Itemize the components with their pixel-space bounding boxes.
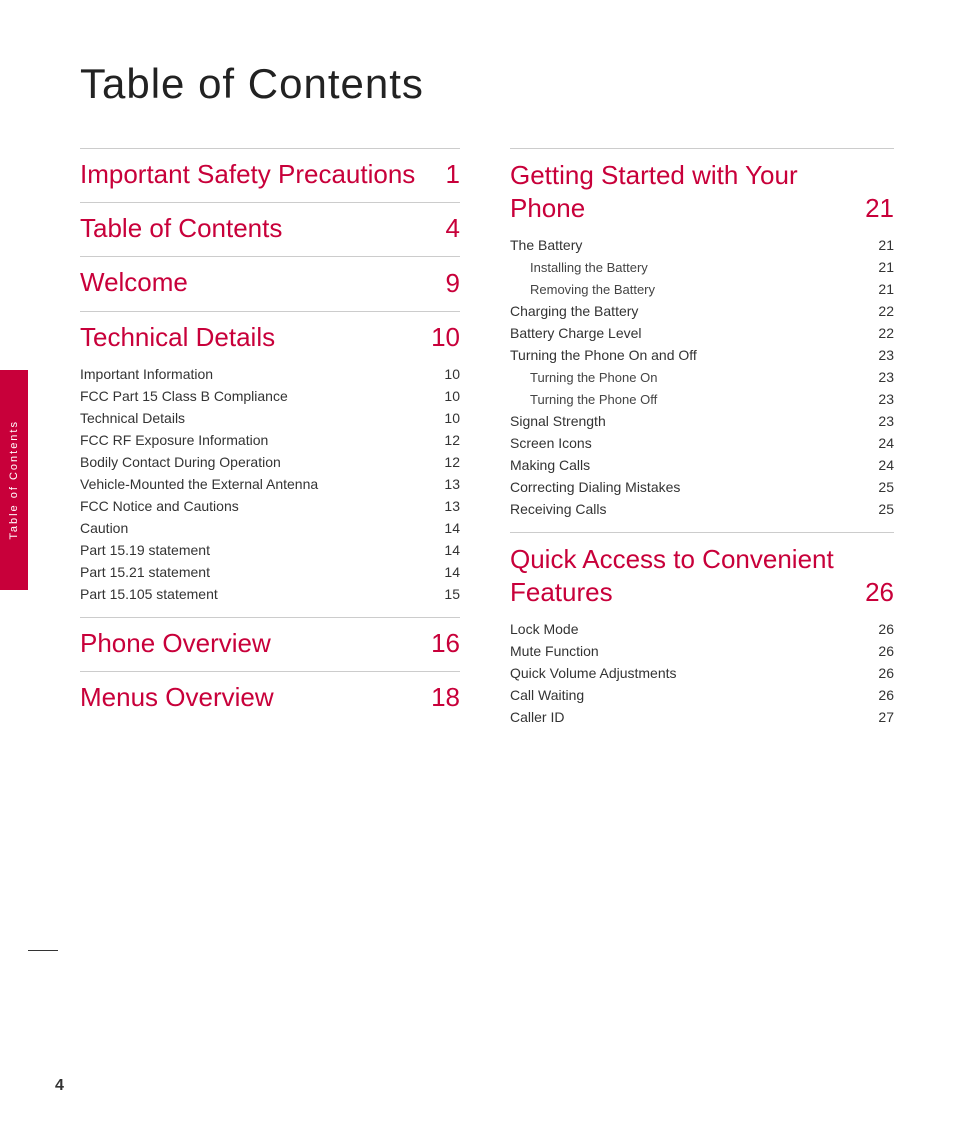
sub-items-quick-access: Lock Mode 26 Mute Function 26 Quick Volu… (510, 618, 894, 728)
section-number-menus-overview: 18 (431, 682, 460, 713)
section-number-quick-access: 26 (865, 577, 894, 608)
section-title-getting-started: Getting Started with Your Phone (510, 159, 855, 224)
section-important-safety: Important Safety Precautions 1 (80, 148, 460, 190)
sub-item-call-waiting: Call Waiting 26 (510, 684, 894, 706)
section-title-quick-access: Quick Access to Convenient Features (510, 543, 855, 608)
section-number-important-safety: 1 (446, 159, 460, 190)
section-title-menus-overview: Menus Overview (80, 682, 421, 713)
sub-item-fcc-part15: FCC Part 15 Class B Compliance 10 (80, 385, 460, 407)
section-title-row-welcome: Welcome 9 (80, 267, 460, 298)
section-header-menus-overview: Menus Overview 18 (80, 671, 460, 713)
sub-items-technical-details: Important Information 10 FCC Part 15 Cla… (80, 363, 460, 605)
sub-item-battery: The Battery 21 (510, 234, 894, 256)
sub-item-caller-id: Caller ID 27 (510, 706, 894, 728)
page: Table of Contents 4 Table of Contents Im… (0, 0, 954, 1145)
section-title-row-important-safety: Important Safety Precautions 1 (80, 159, 460, 190)
sub-item-correcting-dialing: Correcting Dialing Mistakes 25 (510, 476, 894, 498)
sub-item-signal-strength: Signal Strength 23 (510, 410, 894, 432)
sub-item-removing-battery: Removing the Battery 21 (510, 278, 894, 300)
section-header-technical-details: Technical Details 10 (80, 311, 460, 353)
section-welcome: Welcome 9 (80, 256, 460, 298)
sub-item-screen-icons: Screen Icons 24 (510, 432, 894, 454)
sub-item-turning-phone-on: Turning the Phone On 23 (510, 366, 894, 388)
section-quick-access: Quick Access to Convenient Features 26 L… (510, 532, 894, 728)
right-column: Getting Started with Your Phone 21 The B… (510, 148, 894, 740)
section-title-row-quick-access: Quick Access to Convenient Features 26 (510, 543, 894, 608)
section-header-phone-overview: Phone Overview 16 (80, 617, 460, 659)
sub-item-part-1521: Part 15.21 statement 14 (80, 561, 460, 583)
section-number-technical-details: 10 (431, 322, 460, 353)
section-title-row-menus-overview: Menus Overview 18 (80, 682, 460, 713)
section-header-quick-access: Quick Access to Convenient Features 26 (510, 532, 894, 608)
section-title-row-phone-overview: Phone Overview 16 (80, 628, 460, 659)
section-header-getting-started: Getting Started with Your Phone 21 (510, 148, 894, 224)
section-menus-overview: Menus Overview 18 (80, 671, 460, 713)
left-column: Important Safety Precautions 1 Table of … (80, 148, 460, 740)
section-number-toc: 4 (446, 213, 460, 244)
section-technical-details: Technical Details 10 Important Informati… (80, 311, 460, 605)
sub-item-quick-volume: Quick Volume Adjustments 26 (510, 662, 894, 684)
sub-item-turning-phone-off: Turning the Phone Off 23 (510, 388, 894, 410)
sub-item-mute-function: Mute Function 26 (510, 640, 894, 662)
section-getting-started: Getting Started with Your Phone 21 The B… (510, 148, 894, 520)
sub-item-lock-mode: Lock Mode 26 (510, 618, 894, 640)
section-number-welcome: 9 (446, 268, 460, 299)
sub-item-part-15105: Part 15.105 statement 15 (80, 583, 460, 605)
section-toc: Table of Contents 4 (80, 202, 460, 244)
sub-item-receiving-calls: Receiving Calls 25 (510, 498, 894, 520)
section-title-row-technical-details: Technical Details 10 (80, 322, 460, 353)
section-title-row-getting-started: Getting Started with Your Phone 21 (510, 159, 894, 224)
section-title-technical-details: Technical Details (80, 322, 421, 353)
page-number-bottom: 4 (55, 1077, 64, 1095)
sub-item-fcc-notice: FCC Notice and Cautions 13 (80, 495, 460, 517)
sub-item-fcc-rf: FCC RF Exposure Information 12 (80, 429, 460, 451)
sub-item-important-information: Important Information 10 (80, 363, 460, 385)
sidebar-tab: Table of Contents (0, 370, 28, 590)
section-header-toc: Table of Contents 4 (80, 202, 460, 244)
sub-item-installing-battery: Installing the Battery 21 (510, 256, 894, 278)
content-columns: Important Safety Precautions 1 Table of … (80, 148, 894, 740)
sub-item-battery-charge-level: Battery Charge Level 22 (510, 322, 894, 344)
section-number-phone-overview: 16 (431, 628, 460, 659)
sub-item-bodily-contact: Bodily Contact During Operation 12 (80, 451, 460, 473)
sub-items-getting-started: The Battery 21 Installing the Battery 21… (510, 234, 894, 520)
sidebar-line (28, 950, 58, 951)
sub-item-caution: Caution 14 (80, 517, 460, 539)
section-title-welcome: Welcome (80, 267, 436, 298)
section-number-getting-started: 21 (865, 193, 894, 224)
sub-item-part-1519: Part 15.19 statement 14 (80, 539, 460, 561)
section-header-welcome: Welcome 9 (80, 256, 460, 298)
section-title-toc: Table of Contents (80, 213, 436, 244)
sub-item-turning-phone-on-off: Turning the Phone On and Off 23 (510, 344, 894, 366)
section-title-row-toc: Table of Contents 4 (80, 213, 460, 244)
section-title-phone-overview: Phone Overview (80, 628, 421, 659)
section-header-important-safety: Important Safety Precautions 1 (80, 148, 460, 190)
sub-item-technical-details-sub: Technical Details 10 (80, 407, 460, 429)
sub-item-charging-battery: Charging the Battery 22 (510, 300, 894, 322)
main-title: Table of Contents (80, 60, 894, 108)
section-title-important-safety: Important Safety Precautions (80, 159, 436, 190)
sidebar-tab-label: Table of Contents (8, 420, 20, 540)
sub-item-making-calls: Making Calls 24 (510, 454, 894, 476)
section-phone-overview: Phone Overview 16 (80, 617, 460, 659)
sub-item-vehicle-mounted: Vehicle-Mounted the External Antenna 13 (80, 473, 460, 495)
